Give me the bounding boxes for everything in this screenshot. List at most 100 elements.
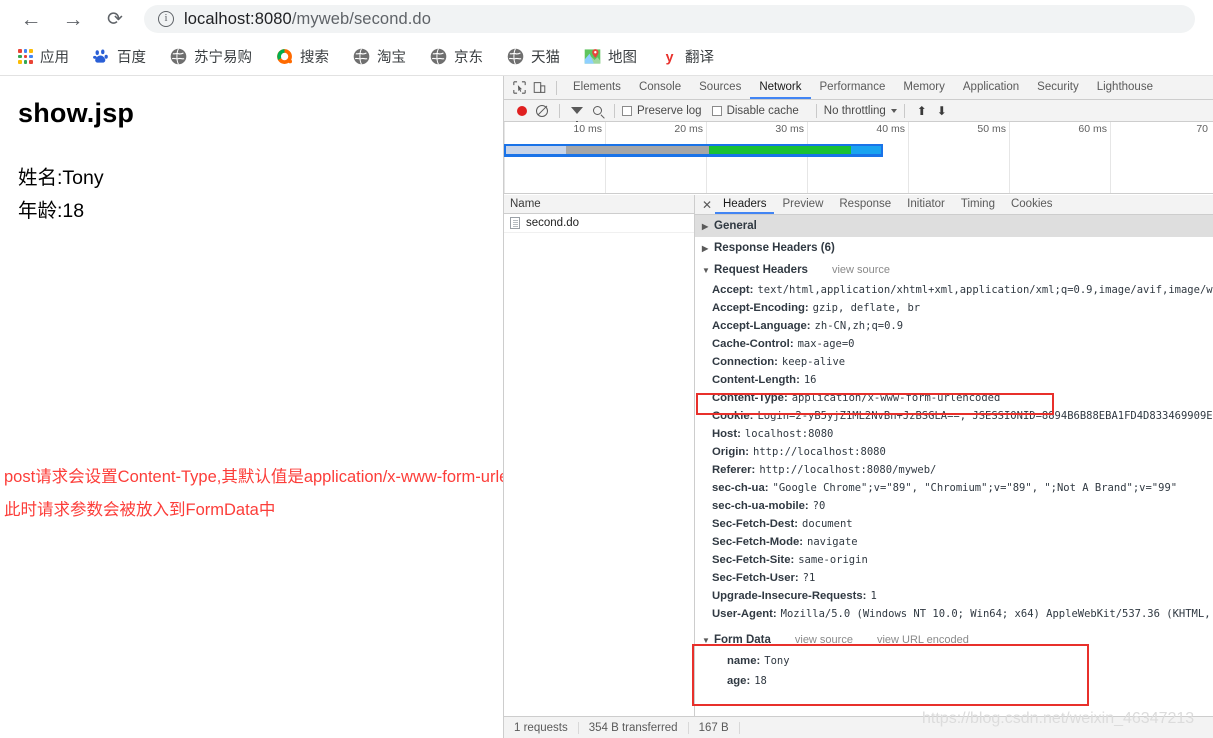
tab-application[interactable]: Application	[954, 76, 1028, 99]
preserve-log-checkbox[interactable]: Preserve log	[622, 105, 702, 117]
close-icon[interactable]: ✕	[699, 199, 715, 211]
header-value: keep-alive	[782, 356, 845, 368]
export-har-button[interactable]: ⬇	[932, 101, 952, 120]
table-row[interactable]: second.do	[504, 214, 694, 233]
watermark: https://blog.csdn.net/weixin_46347213	[922, 710, 1194, 728]
bookmark-suning[interactable]: 苏宁易购	[170, 46, 252, 67]
detail-tabbar: ✕ Headers Preview Response Initiator Tim…	[695, 195, 1213, 215]
header-row: sec-ch-ua-mobile:?0	[695, 497, 1213, 515]
header-name: Upgrade-Insecure-Requests:	[712, 590, 866, 602]
subtab-preview[interactable]: Preview	[774, 195, 831, 214]
overview-tick-label: 70	[1196, 123, 1211, 135]
view-source-link[interactable]: view source	[795, 634, 853, 646]
section-response-headers[interactable]: ▶ Response Headers (6)	[695, 237, 1213, 259]
forward-button[interactable]: →	[58, 4, 88, 34]
disable-cache-checkbox[interactable]: Disable cache	[712, 105, 799, 117]
network-overview[interactable]: 10 ms 20 ms 30 ms 40 ms 50 ms 60 ms 70	[504, 122, 1213, 194]
bookmark-baidu[interactable]: 百度	[93, 46, 146, 67]
form-data-row: name: Tony	[695, 651, 1213, 671]
bookmark-fanyi[interactable]: y 翻译	[661, 46, 714, 67]
page-content: show.jsp 姓名:Tony 年龄:18	[0, 76, 503, 738]
chevron-down-icon[interactable]	[891, 109, 897, 113]
chevron-right-icon: ▶	[702, 244, 709, 253]
throttling-select-value[interactable]: No throttling	[824, 105, 886, 117]
annotation-line-2: 此时请求参数会被放入到FormData中	[4, 496, 275, 520]
view-source-link[interactable]: view source	[832, 264, 890, 276]
bookmark-maps[interactable]: 地图	[584, 46, 637, 67]
inspect-element-icon[interactable]	[509, 78, 529, 97]
import-har-button[interactable]: ⬆	[912, 101, 932, 120]
bookmark-label: 天猫	[531, 46, 560, 67]
overview-tick-label: 30 ms	[775, 123, 807, 135]
subtab-cookies[interactable]: Cookies	[1003, 195, 1061, 214]
overview-gridlines: 10 ms 20 ms 30 ms 40 ms 50 ms 60 ms 70	[504, 122, 1213, 193]
site-info-icon[interactable]: i	[158, 11, 174, 27]
toggle-device-toolbar-icon[interactable]	[529, 78, 549, 97]
form-field-value: Tony	[764, 655, 789, 667]
bookmark-label: 地图	[608, 46, 637, 67]
tab-sources[interactable]: Sources	[690, 76, 750, 99]
subtab-headers[interactable]: Headers	[715, 195, 774, 214]
header-name: Sec-Fetch-User:	[712, 572, 799, 584]
header-name: Cookie:	[712, 410, 753, 422]
form-field-name: name:	[727, 655, 760, 667]
bookmark-apps[interactable]: 应用	[18, 46, 69, 67]
clear-button[interactable]	[532, 101, 552, 120]
tab-memory[interactable]: Memory	[894, 76, 954, 99]
back-button[interactable]: ←	[16, 4, 46, 34]
bookmark-jd[interactable]: 京东	[430, 46, 483, 67]
section-form-data[interactable]: ▼ Form Data view source view URL encoded	[695, 629, 1213, 651]
header-value: navigate	[807, 536, 858, 548]
download-icon: ⬇	[937, 105, 947, 117]
bookmark-label: 搜索	[300, 46, 329, 67]
tab-performance[interactable]: Performance	[811, 76, 895, 99]
header-value: "Google Chrome";v="89", "Chromium";v="89…	[773, 482, 1178, 494]
header-name: sec-ch-ua-mobile:	[712, 500, 809, 512]
bookmark-label: 翻译	[685, 46, 714, 67]
divider	[614, 104, 615, 118]
form-field-name: age:	[727, 675, 750, 687]
header-name: Connection:	[712, 356, 778, 368]
tab-security[interactable]: Security	[1028, 76, 1088, 99]
header-value: text/html,application/xhtml+xml,applicat…	[757, 284, 1213, 296]
circle-o-icon	[276, 48, 293, 65]
subtab-initiator[interactable]: Initiator	[899, 195, 953, 214]
section-general[interactable]: ▶ General	[695, 215, 1213, 237]
header-row: Accept-Encoding:gzip, deflate, br	[695, 299, 1213, 317]
tab-console[interactable]: Console	[630, 76, 690, 99]
header-name: Referer:	[712, 464, 755, 476]
header-value: ?1	[803, 572, 816, 584]
bookmark-search[interactable]: 搜索	[276, 46, 329, 67]
divider	[559, 104, 560, 118]
subtab-response[interactable]: Response	[831, 195, 899, 214]
header-value: 1	[870, 590, 876, 602]
search-button[interactable]	[587, 101, 607, 120]
reload-button[interactable]: ⟳	[100, 4, 130, 34]
bookmark-tmall[interactable]: 天猫	[507, 46, 560, 67]
bookmark-taobao[interactable]: 淘宝	[353, 46, 406, 67]
header-row: Accept:text/html,application/xhtml+xml,a…	[695, 281, 1213, 299]
request-name: second.do	[526, 217, 579, 229]
filter-button[interactable]	[567, 101, 587, 120]
subtab-timing[interactable]: Timing	[953, 195, 1003, 214]
header-row: Sec-Fetch-Mode:navigate	[695, 533, 1213, 551]
bookmark-label: 百度	[117, 46, 146, 67]
header-row: User-Agent:Mozilla/5.0 (Windows NT 10.0;…	[695, 605, 1213, 623]
annotation-line-1: post请求会设置Content-Type,其默认值是application/x…	[4, 463, 562, 487]
view-url-encoded-link[interactable]: view URL encoded	[877, 634, 969, 646]
header-row: Host:localhost:8080	[695, 425, 1213, 443]
overview-segment-stalled	[506, 146, 566, 154]
header-name: Host:	[712, 428, 741, 440]
apps-grid-icon	[18, 49, 33, 64]
address-bar[interactable]: i localhost:8080/myweb/second.do	[144, 5, 1195, 33]
tab-elements[interactable]: Elements	[564, 76, 630, 99]
header-name: Sec-Fetch-Dest:	[712, 518, 798, 530]
tab-network[interactable]: Network	[750, 76, 810, 99]
header-value: http://localhost:8080	[753, 446, 886, 458]
request-list-header-name[interactable]: Name	[504, 195, 694, 214]
record-button[interactable]	[512, 101, 532, 120]
tab-lighthouse[interactable]: Lighthouse	[1088, 76, 1162, 99]
header-value: application/x-www-form-urlencoded	[792, 392, 1001, 404]
section-request-headers[interactable]: ▼ Request Headers view source	[695, 259, 1213, 281]
address-bar-url: localhost:8080/myweb/second.do	[184, 10, 431, 29]
